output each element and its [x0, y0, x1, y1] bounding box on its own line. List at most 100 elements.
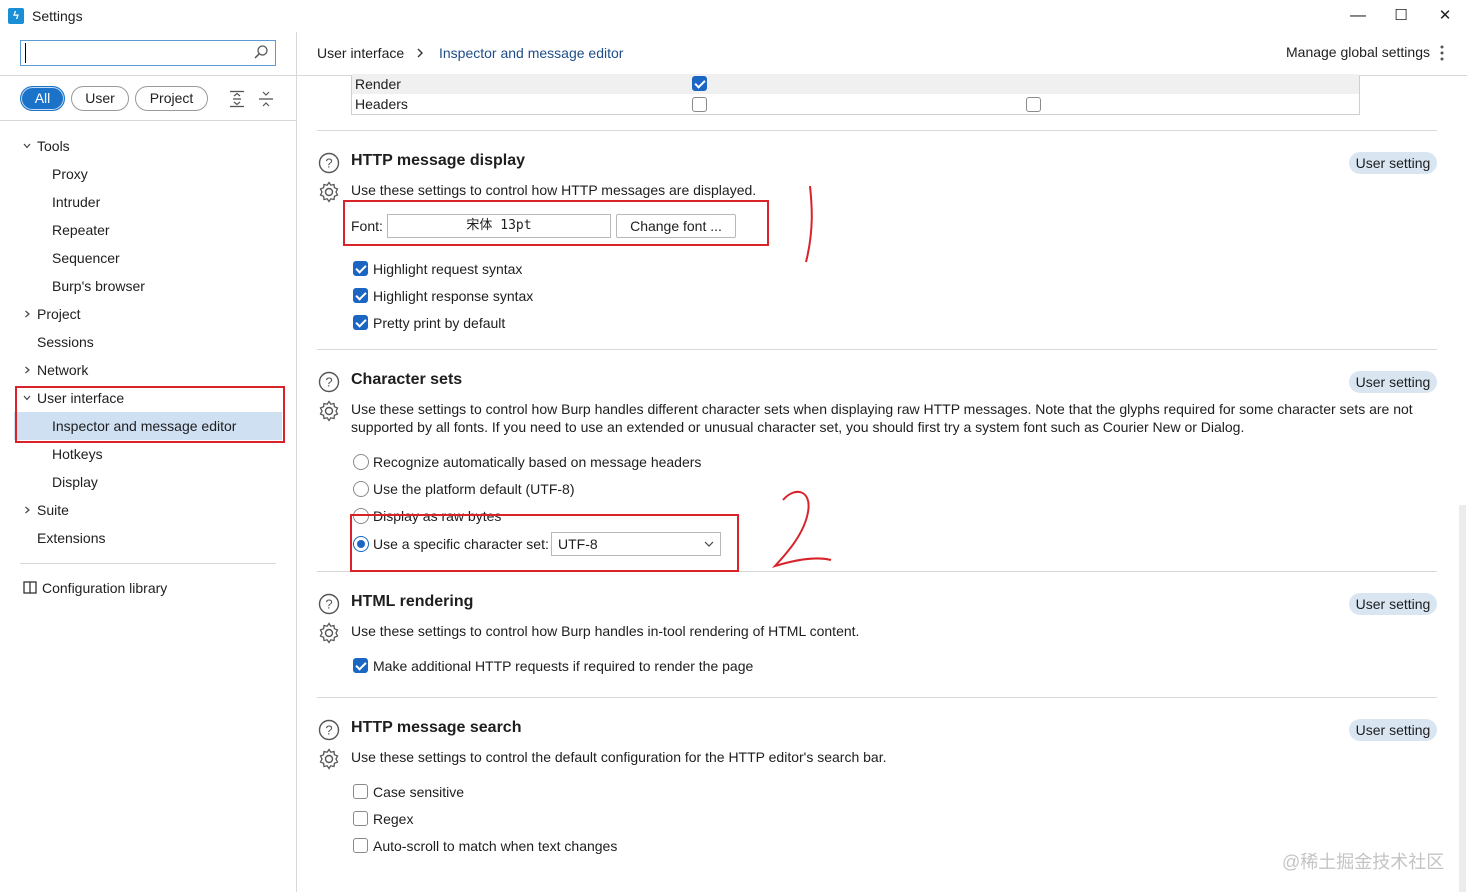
user-setting-badge: User setting: [1349, 371, 1437, 393]
gear-icon[interactable]: [318, 748, 340, 770]
divider: [317, 130, 1437, 131]
help-icon[interactable]: ?: [318, 593, 340, 615]
headers-checkbox[interactable]: [692, 97, 707, 112]
auto-scroll-checkbox[interactable]: [353, 838, 368, 853]
sidebar-item-sessions[interactable]: Sessions: [37, 329, 94, 355]
sidebar-item-extensions[interactable]: Extensions: [37, 525, 105, 551]
svg-text:?: ?: [325, 156, 332, 171]
divider: [20, 563, 276, 564]
option-label[interactable]: Case sensitive: [373, 783, 464, 801]
render-checkbox[interactable]: [692, 76, 707, 91]
window-title: Settings: [32, 8, 83, 24]
sidebar-item-intruder[interactable]: Intruder: [52, 189, 100, 215]
sidebar-item-suite[interactable]: Suite: [37, 497, 69, 523]
divider: [0, 75, 296, 76]
sidebar-item-sequencer[interactable]: Sequencer: [52, 245, 120, 271]
expand-all-icon[interactable]: [229, 90, 245, 108]
option-label[interactable]: Recognize automatically based on message…: [373, 453, 701, 471]
highlight-response-checkbox[interactable]: [353, 288, 368, 303]
manage-global-settings-link[interactable]: Manage global settings: [1286, 44, 1430, 60]
sidebar-item-hotkeys[interactable]: Hotkeys: [52, 441, 103, 467]
svg-text:?: ?: [325, 723, 332, 738]
highlight-request-checkbox[interactable]: [353, 261, 368, 276]
chevron-right-icon[interactable]: [22, 365, 32, 375]
divider: [317, 349, 1437, 350]
row-label: Headers: [355, 96, 408, 112]
gear-icon[interactable]: [318, 400, 340, 422]
pretty-print-checkbox[interactable]: [353, 315, 368, 330]
annotation-box-charset: [350, 514, 739, 572]
regex-checkbox[interactable]: [353, 811, 368, 826]
book-icon: [23, 581, 37, 594]
gear-icon[interactable]: [318, 622, 340, 644]
title-bar: ϟ Settings — ☐ ✕: [0, 0, 1467, 32]
sidebar-item-display[interactable]: Display: [52, 469, 98, 495]
row-label: Render: [355, 76, 401, 92]
help-icon[interactable]: ?: [318, 719, 340, 741]
help-icon[interactable]: ?: [318, 371, 340, 393]
chevron-right-icon: [417, 48, 423, 58]
additional-requests-checkbox[interactable]: [353, 658, 368, 673]
option-label[interactable]: Make additional HTTP requests if require…: [373, 657, 753, 675]
sidebar-item-network[interactable]: Network: [37, 357, 88, 383]
headers-checkbox-2[interactable]: [1026, 97, 1041, 112]
chevron-right-icon[interactable]: [22, 505, 32, 515]
configuration-library-link[interactable]: Configuration library: [42, 575, 167, 601]
burp-logo-icon: ϟ: [8, 8, 24, 24]
option-label[interactable]: Auto-scroll to match when text changes: [373, 837, 617, 855]
scrollbar-thumb[interactable]: [1459, 505, 1466, 892]
option-label[interactable]: Highlight response syntax: [373, 287, 533, 305]
table-row[interactable]: Headers: [352, 94, 1359, 114]
svg-text:?: ?: [325, 597, 332, 612]
option-label[interactable]: Use the platform default (UTF-8): [373, 480, 575, 498]
section-title: HTTP message display: [351, 152, 525, 169]
option-label[interactable]: Pretty print by default: [373, 314, 505, 332]
option-label[interactable]: Regex: [373, 810, 413, 828]
svg-text:?: ?: [325, 375, 332, 390]
user-setting-badge: User setting: [1349, 593, 1437, 615]
breadcrumb-current: Inspector and message editor: [439, 45, 624, 61]
user-setting-badge: User setting: [1349, 152, 1437, 174]
sidebar: All User Project Tools Proxy Intruder Re…: [0, 32, 297, 892]
case-sensitive-checkbox[interactable]: [353, 784, 368, 799]
section-title: HTTP message search: [351, 719, 522, 736]
table-row[interactable]: Render: [352, 74, 1359, 94]
more-options-icon[interactable]: [1438, 44, 1446, 62]
help-icon[interactable]: ?: [318, 152, 340, 174]
breadcrumb-user-interface[interactable]: User interface: [317, 45, 404, 61]
charset-platform-radio[interactable]: [353, 481, 369, 497]
message-view-table: Render Headers: [351, 74, 1360, 115]
section-title: Character sets: [351, 371, 463, 388]
section-description: Use these settings to control how Burp h…: [351, 623, 860, 639]
watermark: @稀土掘金技术社区: [1282, 852, 1445, 872]
chevron-down-icon[interactable]: [22, 141, 32, 151]
maximize-button[interactable]: ☐: [1381, 4, 1421, 28]
filter-all-button[interactable]: All: [20, 86, 65, 111]
sidebar-item-project[interactable]: Project: [37, 301, 81, 327]
divider: [0, 120, 296, 121]
section-title: HTML rendering: [351, 593, 474, 610]
collapse-all-icon[interactable]: [258, 90, 274, 108]
search-input[interactable]: [25, 43, 245, 63]
section-description: Use these settings to control how Burp h…: [351, 401, 1413, 435]
sidebar-item-repeater[interactable]: Repeater: [52, 217, 110, 243]
annotation-box-font: [343, 200, 769, 246]
section-description: Use these settings to control how HTTP m…: [351, 182, 757, 198]
divider: [317, 697, 1437, 698]
close-button[interactable]: ✕: [1425, 4, 1465, 28]
gear-icon[interactable]: [318, 181, 340, 203]
search-icon[interactable]: [253, 44, 269, 60]
charset-auto-radio[interactable]: [353, 454, 369, 470]
sidebar-item-tools[interactable]: Tools: [37, 133, 70, 159]
section-description: Use these settings to control the defaul…: [351, 749, 887, 765]
search-box[interactable]: [20, 40, 276, 66]
sidebar-item-proxy[interactable]: Proxy: [52, 161, 88, 187]
filter-user-button[interactable]: User: [71, 86, 129, 111]
minimize-button[interactable]: —: [1338, 4, 1378, 28]
annotation-box-sidebar: [15, 386, 285, 443]
sidebar-item-burps-browser[interactable]: Burp's browser: [52, 273, 145, 299]
user-setting-badge: User setting: [1349, 719, 1437, 741]
filter-project-button[interactable]: Project: [135, 86, 208, 111]
chevron-right-icon[interactable]: [22, 309, 32, 319]
option-label[interactable]: Highlight request syntax: [373, 260, 522, 278]
